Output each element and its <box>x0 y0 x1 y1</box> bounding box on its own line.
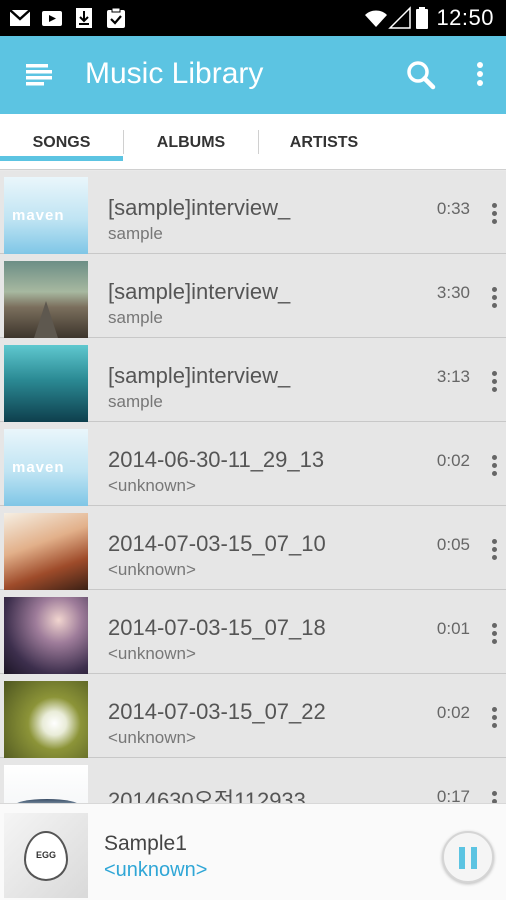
song-title: [sample]interview_ <box>108 363 291 388</box>
song-artist: <unknown> <box>108 644 196 663</box>
song-duration: 0:01 <box>436 619 470 638</box>
album-art <box>4 261 88 338</box>
pause-button[interactable] <box>442 831 494 883</box>
song-duration: 0:02 <box>436 703 470 722</box>
status-bar: 12:50 <box>0 0 506 36</box>
list-item[interactable]: maven 2014-06-30-11_29_13 <unknown> 0:02 <box>0 423 506 506</box>
song-title: 2014630오전112933 <box>108 788 306 803</box>
song-artist: sample <box>108 224 163 243</box>
youtube-icon <box>42 11 62 26</box>
now-playing-bar[interactable]: EGG Sample1 <unknown> <box>0 803 506 900</box>
album-art: maven <box>4 177 88 254</box>
song-artist: <unknown> <box>108 560 196 579</box>
list-item[interactable]: maven [sample]interview_ sample 0:33 <box>0 171 506 254</box>
search-icon[interactable] <box>402 56 440 94</box>
tab-selected-indicator <box>0 156 123 161</box>
album-art <box>4 345 88 422</box>
list-item[interactable]: 2014-07-03-15_07_22 <unknown> 0:02 <box>0 675 506 758</box>
song-title: [sample]interview_ <box>108 195 291 220</box>
tab-bar: SONGS ALBUMS ARTISTS <box>0 114 506 170</box>
now-playing-title: Sample1 <box>104 832 187 855</box>
song-title: 2014-07-03-15_07_18 <box>108 615 326 640</box>
album-art <box>4 681 88 758</box>
song-duration: 0:17 <box>436 787 470 803</box>
song-duration: 0:02 <box>436 451 470 470</box>
song-artist: sample <box>108 392 163 411</box>
song-title: 2014-06-30-11_29_13 <box>108 447 325 472</box>
app-bar: Music Library <box>0 36 506 114</box>
song-duration: 3:30 <box>436 283 470 302</box>
pause-icon <box>459 847 465 869</box>
clipboard-check-icon <box>107 7 125 28</box>
song-artist: <unknown> <box>108 728 196 747</box>
more-vert-icon[interactable] <box>488 285 502 311</box>
list-item[interactable]: 2014-07-03-15_07_10 <unknown> 0:05 <box>0 507 506 590</box>
song-artist: sample <box>108 308 163 327</box>
battery-icon <box>416 7 428 29</box>
more-vert-icon[interactable] <box>488 453 502 479</box>
list-item[interactable]: 2014-07-03-15_07_18 <unknown> 0:01 <box>0 591 506 674</box>
song-title: 2014-07-03-15_07_10 <box>108 531 326 556</box>
song-duration: 0:05 <box>436 535 470 554</box>
more-vert-icon[interactable] <box>488 621 502 647</box>
more-vert-icon[interactable] <box>488 537 502 563</box>
song-duration: 3:13 <box>436 367 470 386</box>
tab-artists[interactable]: ARTISTS <box>259 114 389 170</box>
list-item[interactable]: [sample]interview_ sample 3:30 <box>0 255 506 338</box>
more-vert-icon[interactable] <box>466 56 494 94</box>
album-art <box>4 597 88 674</box>
status-time: 12:50 <box>436 5 494 30</box>
album-art <box>4 765 88 803</box>
page-title: Music Library <box>85 57 264 90</box>
more-vert-icon[interactable] <box>488 789 502 803</box>
more-vert-icon[interactable] <box>488 705 502 731</box>
song-list[interactable]: maven [sample]interview_ sample 0:33 [sa… <box>0 171 506 803</box>
song-duration: 0:33 <box>436 199 470 218</box>
album-art <box>4 513 88 590</box>
song-title: [sample]interview_ <box>108 279 291 304</box>
gmail-icon <box>9 9 31 26</box>
now-playing-artist: <unknown> <box>104 859 208 881</box>
download-icon <box>76 8 92 28</box>
tab-songs[interactable]: SONGS <box>0 114 123 170</box>
album-art: maven <box>4 429 88 506</box>
list-item[interactable]: [sample]interview_ sample 3:13 <box>0 339 506 422</box>
tab-albums[interactable]: ALBUMS <box>124 114 258 170</box>
signal-icon <box>388 6 411 29</box>
egg-logo: EGG <box>24 831 68 881</box>
song-title: 2014-07-03-15_07_22 <box>108 699 326 724</box>
list-item[interactable]: 2014630오전112933 0:17 <box>0 759 506 803</box>
more-vert-icon[interactable] <box>488 369 502 395</box>
more-vert-icon[interactable] <box>488 201 502 227</box>
menu-icon[interactable] <box>20 58 56 92</box>
wifi-icon <box>365 10 387 27</box>
album-art: EGG <box>4 813 88 898</box>
song-artist: <unknown> <box>108 476 196 495</box>
